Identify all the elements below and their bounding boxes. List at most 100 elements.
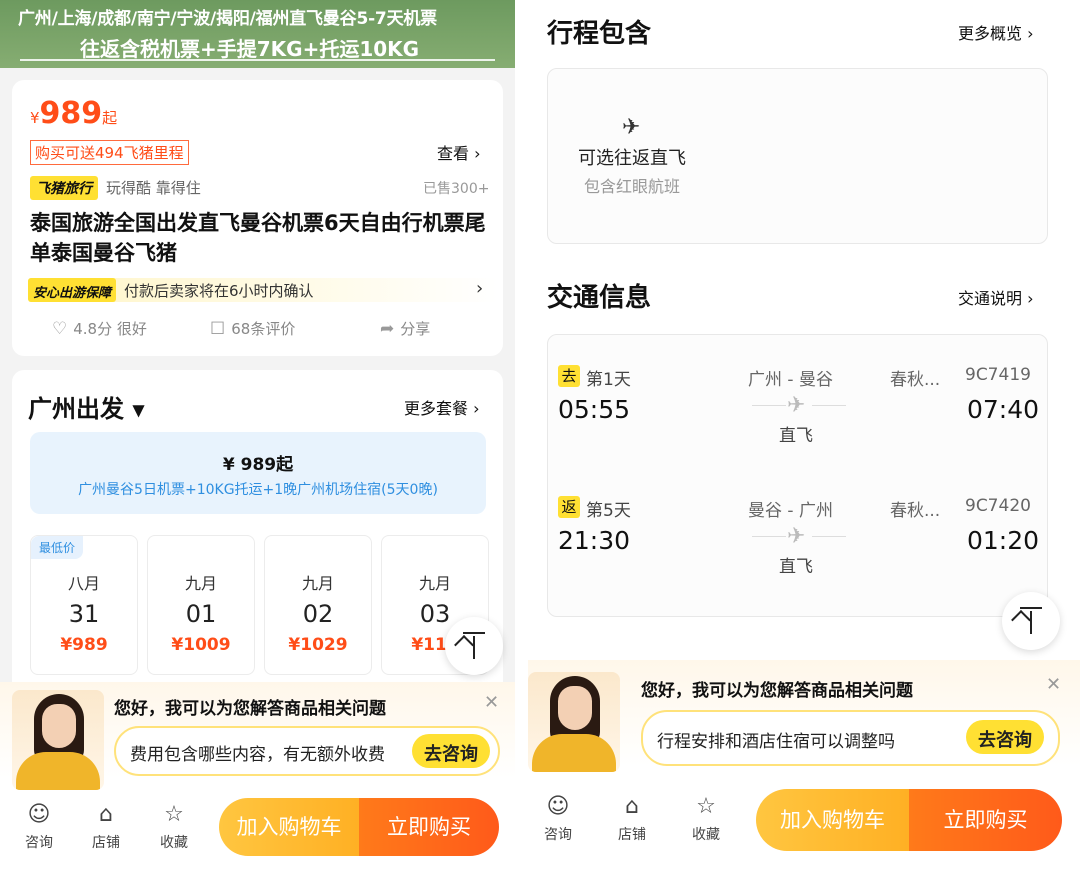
date-option[interactable]: 九月 01 ¥1009 [147, 535, 255, 675]
back-to-top-icon [1020, 607, 1042, 609]
promo-banner: 广州/上海/成都/南宁/宁波/揭阳/福州直飞曼谷5-7天机票 往返含税机票+手提… [0, 0, 515, 68]
back-to-top-icon-arrow [454, 635, 474, 655]
package-option[interactable]: ¥ 989起 广州曼谷5日机票+10KG托运+1晚广州机场住宿(5天0晚) [30, 432, 486, 514]
suggested-question-text: 费用包含哪些内容，有无额外收费 [130, 745, 385, 765]
brand-tag: 飞猪旅行 [30, 176, 98, 200]
flight-type: 直飞 [779, 426, 813, 446]
nav-consult-label: 咨询 [25, 835, 53, 851]
more-packages-link[interactable]: 更多套餐 › [404, 395, 480, 419]
guarantee-text: 付款后卖家将在6小时内确认 [124, 282, 314, 300]
departure-time: 05:55 [558, 395, 631, 424]
product-price: ¥989起 [30, 96, 117, 131]
nav-shop-label: 店铺 [92, 835, 120, 851]
assistant-panel: 您好，我可以为您解答商品相关问题 ✕ 费用包含哪些内容，有无额外收费 去咨询 ☺… [0, 682, 515, 895]
chat-face-icon: ☺ [27, 802, 51, 827]
consult-button[interactable]: 去咨询 [966, 720, 1044, 754]
airplane-icon: ✈ [787, 393, 806, 418]
assistant-panel: 您好，我可以为您解答商品相关问题 ✕ 行程安排和酒店住宿可以调整吗 去咨询 ☺ 咨… [528, 660, 1080, 895]
buy-now-button[interactable]: 立即购买 [359, 798, 499, 856]
section-title-transport: 交通信息 [547, 283, 652, 313]
reviews-stat[interactable]: ☐ 68条评价 [210, 318, 295, 339]
section-title-included: 行程包含 [547, 19, 652, 49]
assistant-avatar [528, 672, 620, 772]
flight-direction-tag: 去 [558, 365, 580, 387]
chevron-right-icon: › [476, 278, 484, 299]
flight-route: 曼谷 - 广州 [748, 501, 833, 521]
buy-now-button[interactable]: 立即购买 [909, 789, 1062, 851]
consult-button[interactable]: 去咨询 [412, 734, 490, 768]
departure-time: 21:30 [558, 526, 631, 555]
date-price: ¥989 [60, 635, 108, 655]
nav-shop[interactable]: ⌂ 店铺 [76, 802, 136, 852]
rating-text: 4.8分 很好 [73, 320, 147, 338]
transport-notes-link[interactable]: 交通说明 › [958, 285, 1034, 309]
flight-type: 直飞 [779, 557, 813, 577]
date-day: 01 [185, 600, 217, 628]
share-text: 分享 [400, 320, 431, 338]
departure-title: 广州出发 [28, 395, 124, 423]
flight-row: 返 第5天 曼谷 - 广州 春秋... 9C7420 21:30 ✈ 01:20… [528, 496, 1080, 606]
banner-line-2: 往返含税机票+手提7KG+托运10KG [80, 37, 420, 61]
flight-number: 9C7419 [965, 365, 1031, 385]
chat-face-icon: ☺ [546, 794, 570, 819]
store-icon: ⌂ [625, 794, 639, 819]
date-option[interactable]: 九月 02 ¥1029 [264, 535, 372, 675]
date-day: 02 [302, 600, 334, 628]
flight-airline: 春秋... [890, 501, 941, 521]
nav-consult[interactable]: ☺ 咨询 [9, 802, 69, 852]
more-overview-link[interactable]: 更多概览 › [958, 20, 1034, 44]
nav-shop[interactable]: ⌂ 店铺 [602, 794, 662, 844]
nav-favorite-label: 收藏 [692, 827, 720, 843]
add-to-cart-button[interactable]: 加入购物车 [219, 798, 359, 856]
date-price: ¥1009 [171, 635, 231, 655]
route-line [812, 405, 846, 406]
view-link[interactable]: 查看 › [437, 140, 481, 164]
route-line [752, 536, 786, 537]
add-to-cart-button[interactable]: 加入购物车 [756, 789, 909, 851]
back-to-top-button[interactable] [445, 617, 503, 675]
airplane-icon: ✈ [622, 115, 641, 140]
arrival-time: 07:40 [967, 395, 1040, 424]
route-line [752, 405, 786, 406]
flight-row: 去 第1天 广州 - 曼谷 春秋... 9C7419 05:55 ✈ 07:40… [528, 365, 1080, 475]
close-icon[interactable]: ✕ [1046, 674, 1061, 695]
assistant-greeting: 您好，我可以为您解答商品相关问题 [641, 681, 913, 701]
date-month: 九月 [184, 574, 217, 593]
departure-selector[interactable]: 广州出发 ▼ [28, 389, 145, 424]
suggested-question[interactable]: 费用包含哪些内容，有无额外收费 去咨询 [114, 726, 500, 776]
left-product-panel: 广州/上海/成都/南宁/宁波/揭阳/福州直飞曼谷5-7天机票 往返含税机票+手提… [0, 0, 515, 895]
store-icon: ⌂ [99, 802, 113, 827]
package-price: ¥ 989起 [222, 455, 294, 475]
date-option[interactable]: 最低价 八月 31 ¥989 [30, 535, 138, 675]
price-suffix: 起 [102, 109, 118, 127]
brand-slogan: 玩得酷 靠得住 [106, 179, 201, 197]
flight-day: 第5天 [586, 501, 631, 521]
assistant-avatar [12, 690, 104, 790]
arrival-time: 01:20 [967, 526, 1040, 555]
banner-underline [20, 59, 495, 61]
back-to-top-icon-stem [473, 636, 475, 659]
included-line-1: 可选往返直飞 [578, 148, 686, 169]
nav-favorite[interactable]: ☆ 收藏 [676, 794, 736, 844]
guarantee-tag: 安心出游保障 [28, 278, 117, 302]
flight-day: 第1天 [586, 370, 631, 390]
share-icon: ➦ [380, 319, 395, 339]
product-title: 泰国旅游全国出发直飞曼谷机票6天自由行机票尾单泰国曼谷飞猪 [30, 211, 486, 265]
flight-route: 广州 - 曼谷 [748, 370, 833, 390]
back-to-top-icon-arrow [1011, 610, 1031, 630]
suggested-question-text: 行程安排和酒店住宿可以调整吗 [657, 732, 895, 752]
star-icon: ☆ [696, 794, 716, 819]
price-value: 989 [39, 96, 103, 131]
rating-stat[interactable]: ♡ 4.8分 很好 [52, 318, 147, 339]
share-stat[interactable]: ➦ 分享 [380, 318, 430, 339]
guarantee-bar[interactable]: 安心出游保障 付款后卖家将在6小时内确认 › [28, 278, 498, 302]
back-to-top-button[interactable] [1002, 592, 1060, 650]
lowest-price-badge: 最低价 [31, 536, 84, 559]
nav-consult[interactable]: ☺ 咨询 [528, 794, 588, 844]
date-price: ¥1029 [288, 635, 348, 655]
flight-number: 9C7420 [965, 496, 1031, 516]
suggested-question[interactable]: 行程安排和酒店住宿可以调整吗 去咨询 [641, 710, 1060, 766]
close-icon[interactable]: ✕ [484, 692, 499, 713]
nav-favorite[interactable]: ☆ 收藏 [144, 802, 204, 852]
nav-favorite-label: 收藏 [160, 835, 188, 851]
